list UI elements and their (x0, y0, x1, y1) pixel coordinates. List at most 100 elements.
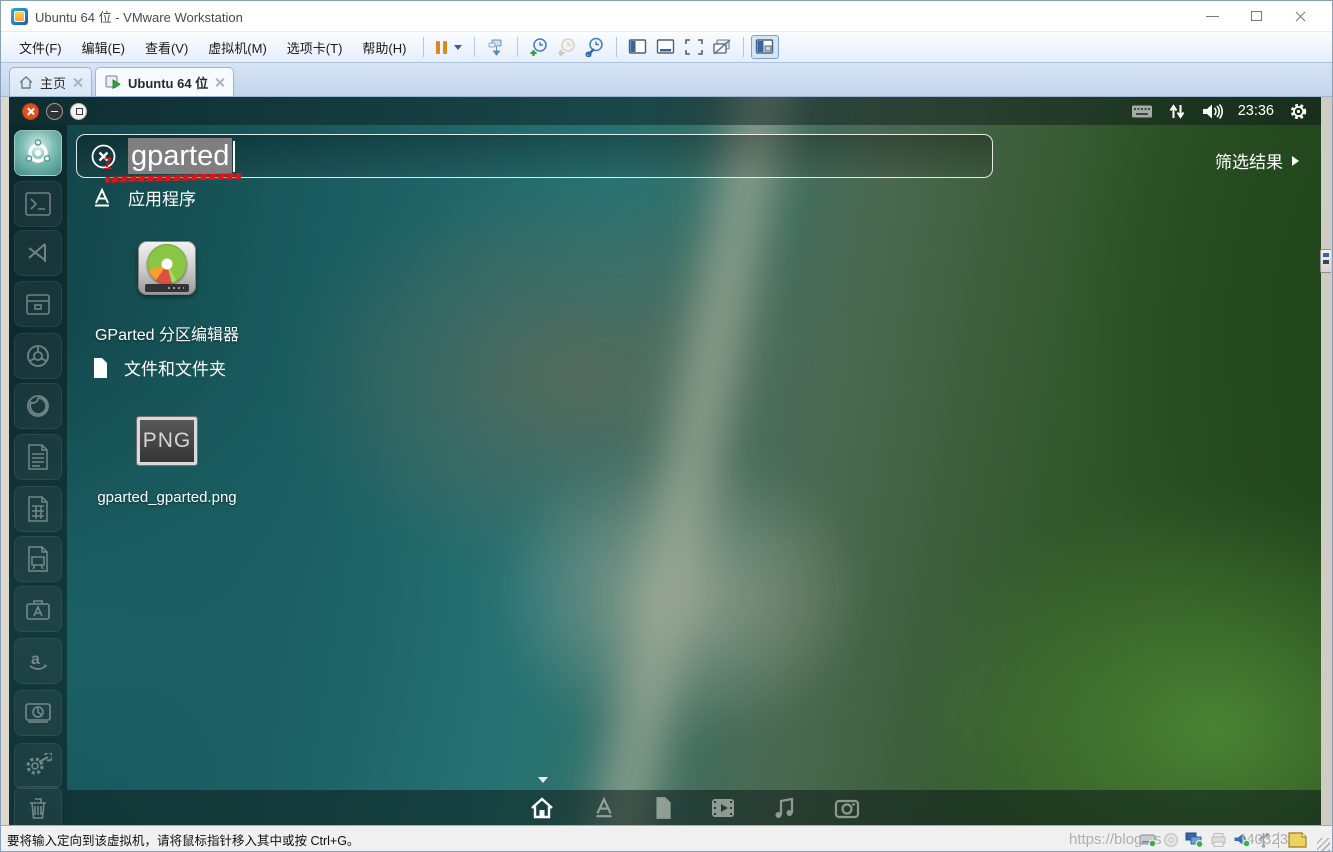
send-input-button[interactable] (482, 35, 510, 59)
section-label: 文件和文件夹 (124, 355, 226, 380)
vm-display-frame: 23:36 (1, 97, 1332, 825)
unity-mode-button[interactable] (708, 35, 736, 59)
terminal-icon (24, 191, 52, 217)
statusbar: 要将输入定向到该虚拟机，请将鼠标指针移入其中或按 Ctrl+G。 https:/… (1, 825, 1332, 852)
manage-snapshots-icon (585, 37, 605, 57)
revert-snapshot-button[interactable] (553, 35, 581, 59)
resize-grip[interactable] (1317, 838, 1330, 851)
minimize-button[interactable] (1190, 2, 1234, 30)
launcher-item-code-editor[interactable] (14, 230, 62, 276)
keyboard-icon[interactable] (1131, 104, 1153, 119)
launcher-item-gparted[interactable] (14, 690, 62, 736)
menubar: 文件(F) 编辑(E) 查看(V) 虚拟机(M) 选项卡(T) 帮助(H) (1, 31, 1332, 63)
launcher-item-system-settings[interactable] (14, 743, 62, 789)
printer-icon[interactable] (1210, 832, 1227, 848)
menu-vm[interactable]: 虚拟机(M) (198, 33, 277, 62)
menu-help[interactable]: 帮助(H) (352, 33, 416, 62)
result-gparted-png-file[interactable]: PNG gparted_gparted.png (82, 417, 252, 506)
applications-lens-icon[interactable] (592, 796, 616, 820)
applications-lens-icon (91, 187, 113, 209)
video-lens-icon[interactable] (710, 797, 736, 819)
send-input-icon (487, 38, 506, 57)
ubuntu-desktop[interactable]: 23:36 (9, 97, 1321, 825)
fullscreen-button[interactable] (680, 35, 708, 59)
take-snapshot-button[interactable] (525, 35, 553, 59)
take-snapshot-icon (529, 37, 549, 57)
console-view-icon (628, 38, 648, 56)
launcher-item-amazon[interactable]: a (14, 638, 62, 684)
side-panel-tab[interactable] (1320, 249, 1331, 273)
launcher-item-ubuntu-dash[interactable] (14, 130, 62, 176)
tab-ubuntu-vm[interactable]: Ubuntu 64 位 (95, 67, 234, 96)
launcher-item-libreoffice-writer[interactable] (14, 434, 62, 480)
result-label: gparted_gparted.png (97, 489, 236, 506)
unity-launcher: a (9, 125, 67, 825)
launcher-item-file-manager[interactable] (14, 281, 62, 327)
minimize-icon (1206, 16, 1219, 17)
tab-label: Ubuntu 64 位 (128, 73, 208, 92)
gparted-disk-pie-icon (138, 241, 196, 295)
music-lens-icon[interactable] (773, 796, 797, 820)
close-icon (1294, 10, 1307, 23)
library-toggle-button[interactable] (751, 35, 779, 59)
usb-icon[interactable] (1257, 832, 1270, 848)
menu-file[interactable]: 文件(F) (9, 33, 72, 62)
clock[interactable]: 23:36 (1238, 103, 1274, 119)
message-log-icon[interactable] (1287, 831, 1307, 849)
tab-close-icon[interactable] (73, 78, 82, 87)
launcher-item-firefox[interactable] (14, 383, 62, 429)
collapse-caret-icon[interactable] (538, 777, 548, 783)
library-toggle-icon (755, 38, 775, 56)
pause-button[interactable] (431, 41, 467, 54)
dash-lens-bar (67, 790, 1321, 825)
ubuntu-logo-icon (23, 138, 53, 168)
impress-icon (26, 545, 50, 573)
volume-icon[interactable] (1201, 103, 1223, 120)
separator (1278, 832, 1279, 848)
cd-rom-icon[interactable] (1163, 832, 1179, 848)
session-gear-icon[interactable] (1289, 102, 1308, 121)
launcher-item-terminal[interactable] (14, 181, 62, 227)
console-view-button[interactable] (624, 35, 652, 59)
text-caret (233, 141, 235, 172)
menu-edit[interactable]: 编辑(E) (72, 33, 135, 62)
network-adapter-icon[interactable] (1185, 832, 1204, 848)
close-button[interactable] (1278, 2, 1322, 30)
tab-home[interactable]: 主页 (9, 67, 92, 96)
png-badge: PNG (143, 429, 192, 453)
launcher-item-libreoffice-calc[interactable] (14, 486, 62, 532)
result-gparted-app[interactable]: GParted 分区编辑器 (82, 241, 252, 345)
device-status-icons (1139, 831, 1307, 849)
tab-close-icon[interactable] (215, 78, 224, 87)
dash-maximize-button[interactable] (70, 103, 87, 120)
hard-disk-icon[interactable] (1139, 832, 1157, 848)
dash-minimize-button[interactable] (46, 103, 63, 120)
launcher-item-ubuntu-software[interactable] (14, 586, 62, 632)
amazon-icon: a (24, 648, 52, 674)
vm-play-icon (105, 75, 121, 89)
launcher-item-libreoffice-impress[interactable] (14, 536, 62, 582)
filter-results-button[interactable]: 筛选结果 (1215, 148, 1299, 173)
menu-tabs[interactable]: 选项卡(T) (277, 33, 353, 62)
manage-snapshots-button[interactable] (581, 35, 609, 59)
photos-lens-icon[interactable] (834, 797, 860, 819)
sound-icon[interactable] (1233, 832, 1251, 848)
summary-view-button[interactable] (652, 35, 680, 59)
launcher-item-trash[interactable] (14, 786, 62, 825)
fullscreen-icon (684, 38, 704, 56)
svg-text:a: a (31, 651, 40, 668)
network-arrows-icon[interactable] (1168, 103, 1186, 120)
files-lens-icon[interactable] (653, 796, 673, 820)
dash-search-input[interactable]: gparted (76, 134, 993, 178)
maximize-button[interactable] (1234, 2, 1278, 30)
dropdown-arrow-icon[interactable] (454, 45, 462, 50)
launcher-item-chromium-browser[interactable] (14, 333, 62, 379)
dash-close-button[interactable] (22, 103, 39, 120)
section-files-folders: 文件和文件夹 (91, 355, 226, 380)
unity-mode-icon (712, 38, 732, 56)
document-icon (91, 357, 109, 379)
ubuntu-top-panel: 23:36 (9, 97, 1321, 125)
menu-view[interactable]: 查看(V) (135, 33, 198, 62)
home-lens-icon[interactable] (529, 796, 555, 820)
writer-icon (26, 443, 50, 471)
